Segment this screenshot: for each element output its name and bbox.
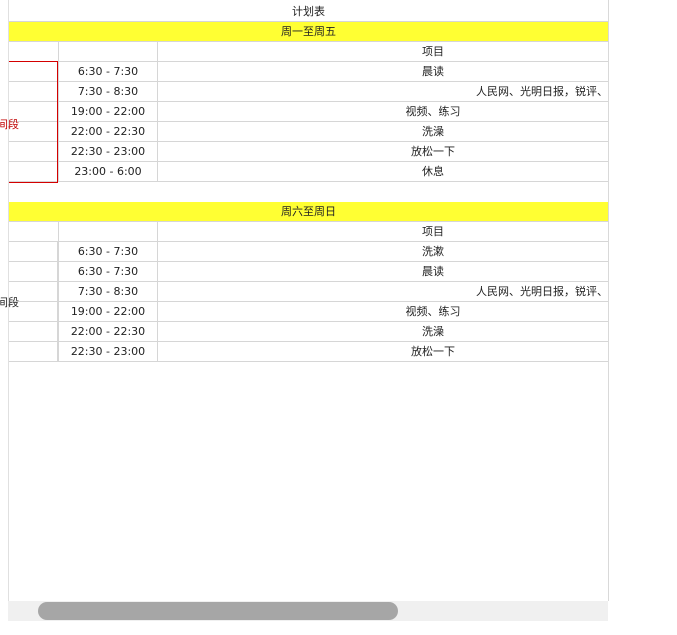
- time-cell[interactable]: 6:30 - 7:30: [58, 242, 158, 261]
- time-cell[interactable]: 7:30 - 8:30: [58, 82, 158, 101]
- table-row: 6:30 - 7:30 晨读: [9, 262, 608, 282]
- weekend-column-header-row: 项目: [9, 222, 608, 242]
- weekend-item-header[interactable]: 项目: [158, 222, 608, 241]
- weekend-period-cell[interactable]: 间段: [0, 242, 58, 361]
- item-cell[interactable]: 晨读: [158, 262, 608, 281]
- time-cell[interactable]: 19:00 - 22:00: [58, 102, 158, 121]
- period-label: 间段: [0, 296, 19, 309]
- item-cell[interactable]: 休息: [158, 162, 608, 181]
- table-row: 19:00 - 22:00 视频、练习: [9, 302, 608, 322]
- time-cell[interactable]: 23:00 - 6:00: [58, 162, 158, 181]
- table-row: 23:00 - 6:00 休息: [9, 162, 608, 182]
- table-row: 6:30 - 7:30 晨读: [9, 62, 608, 82]
- table-row: 22:30 - 23:00 放松一下: [9, 142, 608, 162]
- table-row: 22:30 - 23:00 放松一下: [9, 342, 608, 362]
- item-cell[interactable]: 洗漱: [158, 242, 608, 261]
- sheet-title[interactable]: 计划表: [9, 2, 608, 21]
- time-cell[interactable]: 22:00 - 22:30: [58, 322, 158, 341]
- time-cell[interactable]: 7:30 - 8:30: [58, 282, 158, 301]
- time-cell[interactable]: 19:00 - 22:00: [58, 302, 158, 321]
- weekday-time-header-cell[interactable]: [58, 42, 158, 61]
- scrollbar-thumb[interactable]: [38, 602, 398, 620]
- table-row: 6:30 - 7:30 洗漱: [9, 242, 608, 262]
- item-cell[interactable]: 人民网、光明日报，锐评、: [158, 282, 608, 301]
- item-cell[interactable]: 放松一下: [158, 142, 608, 161]
- item-cell[interactable]: 洗澡: [158, 122, 608, 141]
- item-cell[interactable]: 视频、练习: [158, 302, 608, 321]
- table-row: 19:00 - 22:00 视频、练习: [9, 102, 608, 122]
- weekend-header[interactable]: 周六至周日: [9, 202, 608, 221]
- item-cell[interactable]: 晨读: [158, 62, 608, 81]
- weekday-item-header[interactable]: 项目: [158, 42, 608, 61]
- weekend-time-header-cell[interactable]: [58, 222, 158, 241]
- table-row: 7:30 - 8:30 人民网、光明日报，锐评、: [9, 82, 608, 102]
- spreadsheet-grid[interactable]: 计划表 周一至周五 项目 6:30 - 7:30 晨读 7:30 - 8:30 …: [0, 0, 609, 601]
- item-cell-text: 人民网、光明日报，锐评、: [476, 85, 608, 98]
- table-row: 22:00 - 22:30 洗澡: [9, 122, 608, 142]
- weekend-header-row: 周六至周日: [9, 202, 608, 222]
- weekday-column-header-row: 项目: [9, 42, 608, 62]
- table-row: 7:30 - 8:30 人民网、光明日报，锐评、: [9, 282, 608, 302]
- time-cell[interactable]: 6:30 - 7:30: [58, 62, 158, 81]
- item-cell[interactable]: 人民网、光明日报，锐评、: [158, 82, 608, 101]
- item-cell[interactable]: 洗澡: [158, 322, 608, 341]
- weekday-period-cell[interactable]: 间段: [0, 61, 58, 183]
- item-cell-text: 人民网、光明日报，锐评、: [476, 285, 608, 298]
- weekday-header[interactable]: 周一至周五: [9, 22, 608, 41]
- time-cell[interactable]: 22:00 - 22:30: [58, 122, 158, 141]
- item-cell[interactable]: 视频、练习: [158, 102, 608, 121]
- title-row: 计划表: [9, 2, 608, 22]
- period-label: 间段: [0, 118, 19, 131]
- time-cell[interactable]: 6:30 - 7:30: [58, 262, 158, 281]
- time-cell[interactable]: 22:30 - 23:00: [58, 142, 158, 161]
- table-row: 22:00 - 22:30 洗澡: [9, 322, 608, 342]
- weekday-header-row: 周一至周五: [9, 22, 608, 42]
- time-cell[interactable]: 22:30 - 23:00: [58, 342, 158, 361]
- item-cell[interactable]: 放松一下: [158, 342, 608, 361]
